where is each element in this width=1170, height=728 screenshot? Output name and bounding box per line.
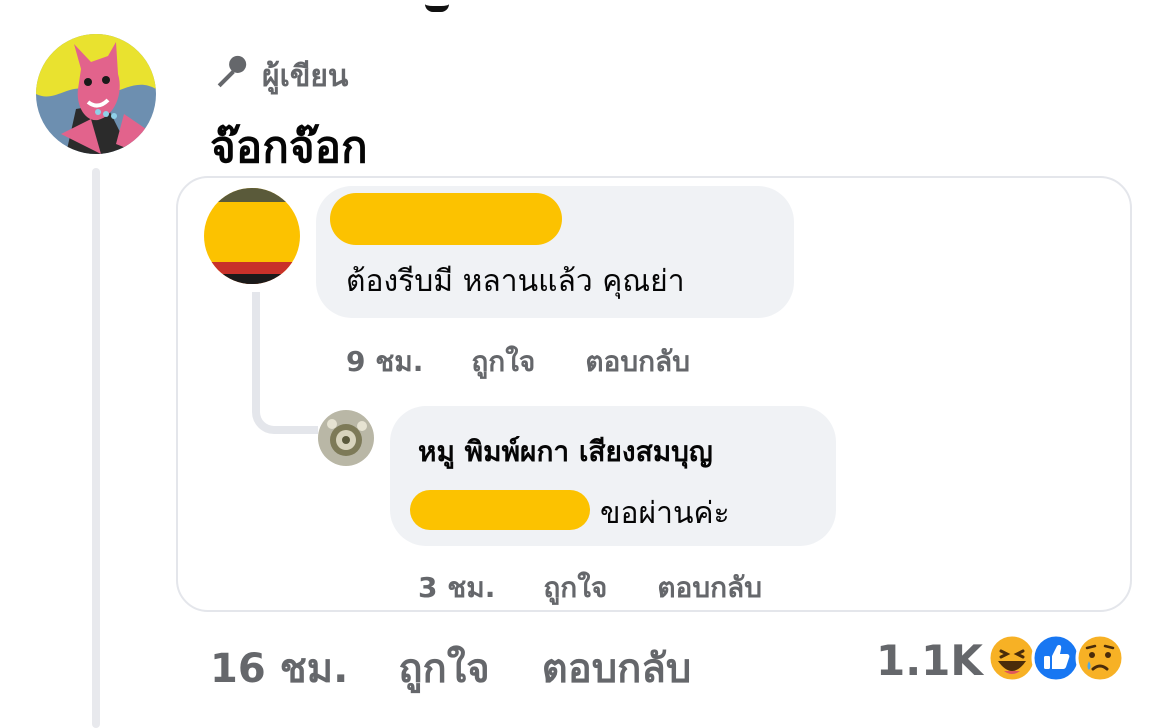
reply-like-link: ถูกใจ [543,571,608,604]
sad-icon [1075,633,1125,687]
reply-author-name: หมู พิมพ์ผกา เสียงสมบุญ [418,435,713,468]
reply-link: ตอบกลับ [585,345,690,378]
like-link: ถูกใจ [471,345,536,378]
comment-actions: 9 ชม. ถูกใจ ตอบกลับ [346,340,690,384]
like-button[interactable]: ถูกใจ [398,636,489,700]
microphone-icon [212,53,250,99]
comment-time: 9 ชม. [346,345,424,378]
reply-text: ขอผ่านค่ะ [600,496,730,531]
reactions-summary[interactable]: 1.1K [876,632,1125,688]
comment-text: ต้องรีบมี หลานแล้ว คุณย่า [346,264,685,299]
redacted-name [330,193,562,245]
main-comment-time[interactable]: 16 ชม. [210,636,348,700]
reply-time: 3 ชม. [418,571,496,604]
reaction-count: 1.1K [876,635,983,685]
reply-avatar [318,410,374,466]
author-badge-label: ผู้เขียน [262,58,349,94]
reply-actions: 3 ชม. ถูกใจ ตอบกลับ [418,566,762,610]
commenter-avatar [204,188,300,284]
reply-reply-link: ตอบกลับ [657,571,762,604]
reply-button[interactable]: ตอบกลับ [542,636,692,700]
main-comment-actions: 16 ชม. ถูกใจ ตอบกลับ [210,636,691,700]
author-avatar[interactable] [36,34,156,154]
thread-line [92,168,100,728]
author-badge: ผู้เขียน [212,53,348,99]
reply-connector [252,292,318,434]
cropped-glyph [425,0,449,12]
redacted-mention [410,490,590,530]
comment-author-name[interactable]: จ๊อกจ๊อก [210,112,368,182]
